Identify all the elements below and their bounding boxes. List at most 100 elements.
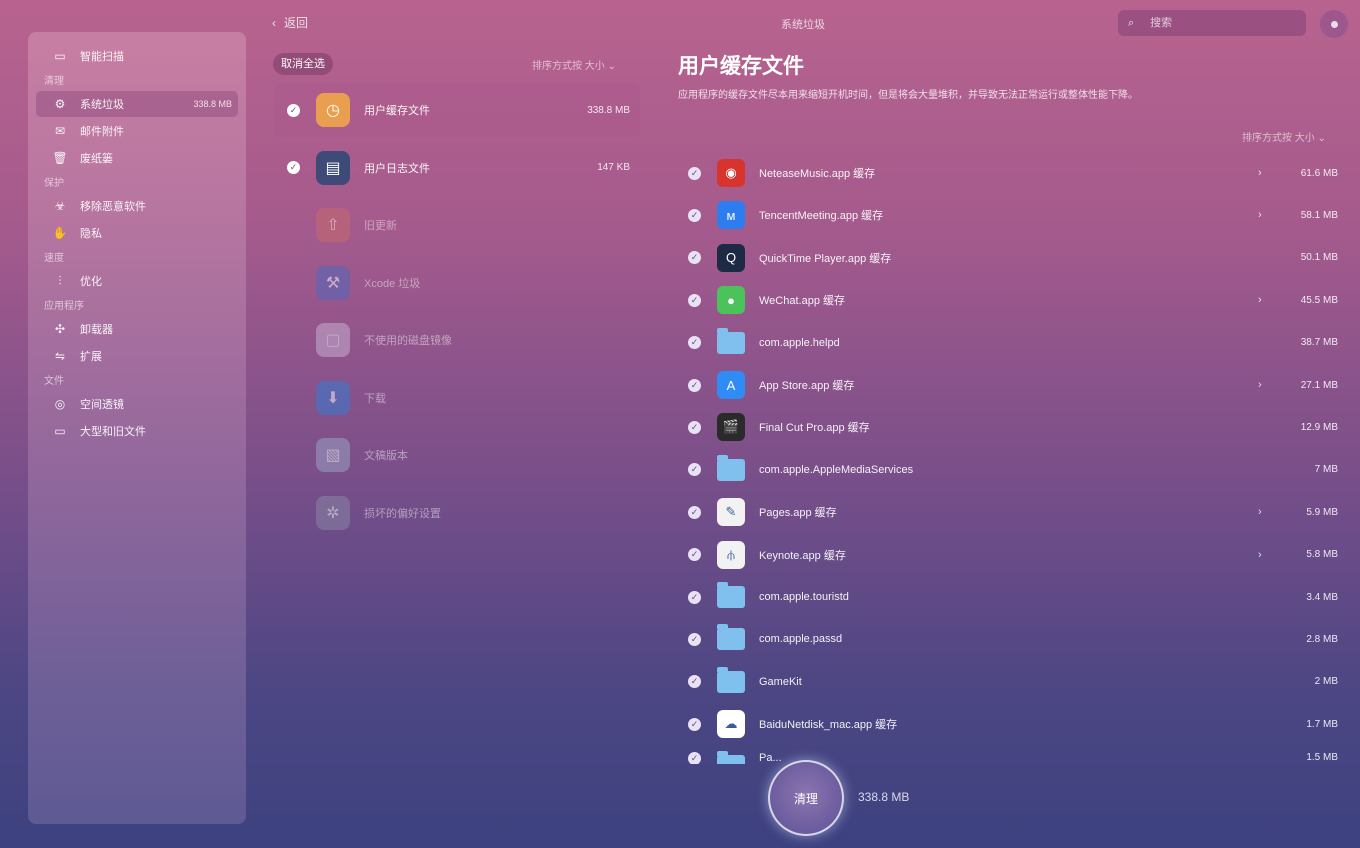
checkbox[interactable]: ✓ <box>688 548 701 562</box>
avatar[interactable] <box>1320 10 1348 38</box>
file-name: GameKit <box>759 675 802 688</box>
search-input[interactable] <box>1150 17 1291 29</box>
folder-icon <box>717 327 745 357</box>
deselect-all-button[interactable]: 取消全选 <box>273 53 333 75</box>
category-item[interactable]: ⬇ 下载 <box>274 371 640 425</box>
update-icon: ⇧ <box>316 208 350 242</box>
file-name: com.apple.touristd <box>759 591 849 603</box>
category-item[interactable]: ✲ 损坏的偏好设置 <box>274 486 640 540</box>
file-name: Pa... <box>759 751 782 764</box>
file-row[interactable]: ✓ Q QuickTime Player.app 缓存 50.1 MB <box>680 237 1342 279</box>
category-label: 旧更新 <box>364 220 397 232</box>
clean-button[interactable]: 清理 <box>768 760 844 836</box>
section-title: 用户缓存文件 <box>678 55 804 78</box>
checkbox[interactable]: ✓ <box>688 632 701 646</box>
checkbox[interactable]: ✓ <box>688 420 701 434</box>
checkbox[interactable] <box>287 219 300 232</box>
sidebar-item[interactable]: ☣ 移除恶意软件 <box>36 193 238 219</box>
file-row[interactable]: ✓ A App Store.app 缓存 › 27.1 MB <box>680 364 1342 406</box>
sidebar: ▭ 智能扫描 清理 ⚙ 系统垃圾 338.8 MB ✉ 邮件附件 🗑 废纸篓 保护 ☣ 移除恶意软件… <box>28 32 246 824</box>
category-item[interactable]: ⇧ 旧更新 <box>274 198 640 252</box>
biohazard-icon: ☣ <box>54 199 66 213</box>
sidebar-item[interactable]: ⚙ 系统垃圾 338.8 MB <box>36 91 238 117</box>
checkbox[interactable]: ✓ <box>287 161 300 174</box>
file-row[interactable]: ✓ com.apple.AppleMediaServices 7 MB <box>680 449 1342 491</box>
back-button[interactable]: ‹ 返回 <box>272 14 308 31</box>
file-row[interactable]: ✓ ◉ NeteaseMusic.app 缓存 › 61.6 MB <box>680 152 1342 194</box>
checkbox[interactable] <box>287 334 300 347</box>
category-item[interactable]: ▧ 文稿版本 <box>274 428 640 482</box>
sidebar-item[interactable]: ◎ 空间透镜 <box>36 391 238 417</box>
category-item[interactable]: ▢ 不使用的磁盘镜像 <box>274 313 640 367</box>
chevron-right-icon[interactable]: › <box>1258 506 1262 518</box>
file-row[interactable]: ✓ 🎬 Final Cut Pro.app 缓存 12.9 MB <box>680 406 1342 448</box>
file-row[interactable]: ✓ com.apple.helpd 38.7 MB <box>680 322 1342 364</box>
file-size: 1.5 MB <box>1306 751 1338 763</box>
checkbox[interactable]: ✓ <box>688 208 701 222</box>
checkbox[interactable] <box>287 391 300 404</box>
file-size: 12.9 MB <box>1300 421 1338 433</box>
category-item[interactable]: ✓ ◷ 用户缓存文件 338.8 MB <box>274 83 640 137</box>
category-item[interactable]: ✓ ▤ 用户日志文件 147 KB <box>274 141 640 195</box>
sidebar-item[interactable]: ▭ 大型和旧文件 <box>36 418 238 444</box>
sidebar-item[interactable]: 🗑 废纸篓 <box>36 145 238 171</box>
category-item[interactable]: ⚒ Xcode 垃圾 <box>274 256 640 310</box>
checkbox[interactable]: ✓ <box>688 166 701 180</box>
checkbox[interactable] <box>287 506 300 519</box>
sidebar-item[interactable]: ⇋ 扩展 <box>36 343 238 369</box>
extension-icon: ⇋ <box>54 349 66 363</box>
chevron-right-icon[interactable]: › <box>1258 209 1262 221</box>
file-row[interactable]: ✓ ✎ Pages.app 缓存 › 5.9 MB <box>680 491 1342 533</box>
checkbox[interactable] <box>287 449 300 462</box>
checkbox[interactable]: ✓ <box>688 505 701 519</box>
checkbox[interactable]: ✓ <box>287 103 300 117</box>
sidebar-item[interactable]: ⫶ 优化 <box>36 268 238 294</box>
sidebar-item-smart-scan[interactable]: ▭ 智能扫描 <box>36 43 238 69</box>
checkbox[interactable]: ✓ <box>688 378 701 392</box>
sort-dropdown[interactable]: 排序方式按 大小 ⌄ <box>532 57 616 72</box>
file-size: 50.1 MB <box>1300 252 1338 264</box>
hand-icon: ✋ <box>52 226 68 240</box>
file-size: 27.1 MB <box>1300 379 1338 391</box>
file-row[interactable]: ✓ ᴍ TencentMeeting.app 缓存 › 58.1 MB <box>680 194 1342 236</box>
file-row[interactable]: ✓ ⫛ Keynote.app 缓存 › 5.8 MB <box>680 534 1342 576</box>
checkbox[interactable]: ✓ <box>688 717 701 731</box>
chevron-right-icon[interactable]: › <box>1258 294 1262 306</box>
window-title: 系统垃圾 <box>781 19 825 31</box>
checkbox[interactable]: ✓ <box>688 251 701 265</box>
file-size: 7 MB <box>1314 464 1338 476</box>
file-row[interactable]: ✓ Pa... 1.5 MB <box>680 746 1342 764</box>
sidebar-item-label: 废纸篓 <box>80 153 113 165</box>
category-size: 147 KB <box>597 162 630 173</box>
folder-icon <box>717 582 745 611</box>
sidebar-item-label: 扩展 <box>80 351 102 363</box>
file-sort-dropdown[interactable]: 排序方式按 大小 ⌄ <box>1242 129 1326 144</box>
sidebar-item-label: 卸载器 <box>80 324 113 336</box>
sidebar-section-title: 文件 <box>44 376 64 387</box>
file-row[interactable]: ✓ ☁ BaiduNetdisk_mac.app 缓存 1.7 MB <box>680 703 1342 745</box>
checkbox[interactable]: ✓ <box>688 336 701 350</box>
checkbox[interactable]: ✓ <box>688 463 701 477</box>
file-row[interactable]: ✓ com.apple.touristd 3.4 MB <box>680 576 1342 618</box>
file-name: WeChat.app 缓存 <box>759 295 846 308</box>
file-row[interactable]: ✓ com.apple.passd 2.8 MB <box>680 618 1342 660</box>
checkbox[interactable]: ✓ <box>688 675 701 689</box>
sidebar-item-label: 空间透镜 <box>80 399 124 411</box>
search-box[interactable]: ⌕ <box>1118 10 1306 36</box>
sidebar-item[interactable]: ✣ 卸载器 <box>36 316 238 342</box>
file-row[interactable]: ✓ GameKit 2 MB <box>680 661 1342 703</box>
sidebar-section-title: 清理 <box>44 76 64 87</box>
file-size: 2.8 MB <box>1306 633 1338 645</box>
file-size: 45.5 MB <box>1300 294 1338 306</box>
chevron-right-icon[interactable]: › <box>1258 379 1262 391</box>
checkbox[interactable]: ✓ <box>688 751 701 764</box>
file-name: App Store.app 缓存 <box>759 380 855 392</box>
file-row[interactable]: ✓ ● WeChat.app 缓存 › 45.5 MB <box>680 279 1342 321</box>
sidebar-item[interactable]: ✉ 邮件附件 <box>36 118 238 144</box>
checkbox[interactable] <box>287 276 300 289</box>
checkbox[interactable]: ✓ <box>688 590 701 604</box>
chevron-right-icon[interactable]: › <box>1258 167 1262 179</box>
checkbox[interactable]: ✓ <box>688 293 701 307</box>
chevron-right-icon[interactable]: › <box>1258 549 1262 561</box>
sidebar-item[interactable]: ✋ 隐私 <box>36 220 238 246</box>
